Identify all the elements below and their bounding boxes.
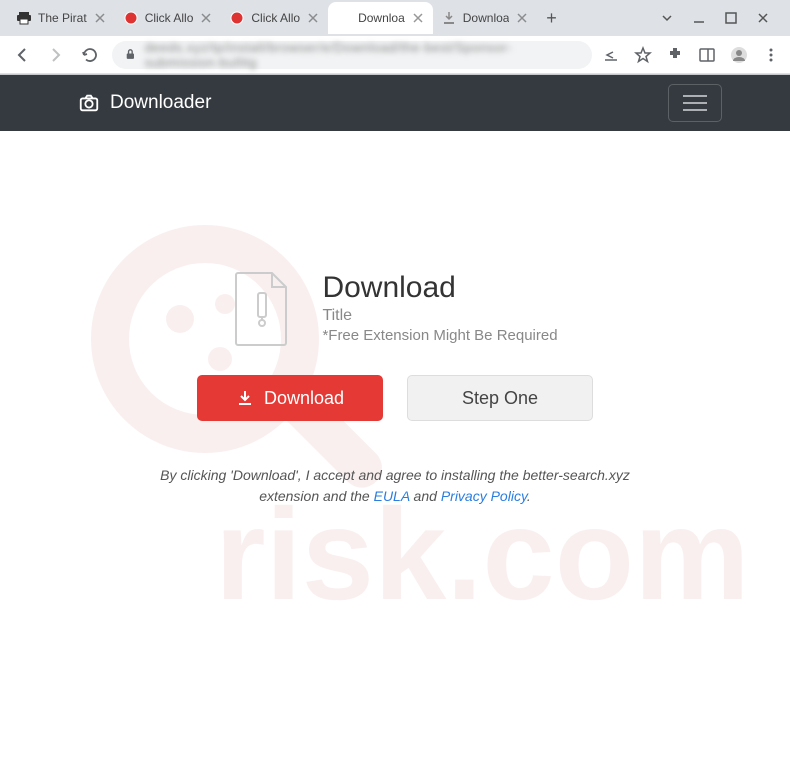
- forward-button[interactable]: [44, 43, 68, 67]
- download-button-label: Download: [264, 388, 344, 409]
- tab-bar: The Pirat Click Allo Click Allo Downloa …: [0, 0, 790, 36]
- tab-download-active[interactable]: Downloa: [328, 2, 433, 34]
- address-bar[interactable]: deeds.xyz/tp/install/browser/e/Download/…: [112, 41, 592, 69]
- back-button[interactable]: [10, 43, 34, 67]
- share-icon[interactable]: [602, 46, 620, 64]
- privacy-link[interactable]: Privacy Policy: [441, 488, 527, 504]
- brand-label: Downloader: [110, 92, 211, 114]
- new-tab-button[interactable]: +: [537, 4, 565, 32]
- close-icon[interactable]: [93, 11, 107, 25]
- browser-chrome: The Pirat Click Allo Click Allo Downloa …: [0, 0, 790, 75]
- tab-label: Click Allo: [251, 11, 300, 25]
- window-close-icon[interactable]: [756, 11, 770, 25]
- brand[interactable]: Downloader: [78, 92, 211, 114]
- download-icon: [236, 389, 254, 407]
- blank-icon: [336, 10, 352, 26]
- tab-click-allow-2[interactable]: Click Allo: [221, 2, 328, 34]
- disclaimer-and: and: [410, 488, 441, 504]
- toolbar-icons: [602, 46, 780, 64]
- download-icon: [441, 10, 457, 26]
- step-one-label: Step One: [462, 388, 538, 409]
- tab-download-2[interactable]: Downloa: [433, 2, 538, 34]
- page-title: Download: [322, 271, 557, 305]
- subtitle: Title: [322, 307, 557, 325]
- extension-note: *Free Extension Might Be Required: [322, 327, 557, 344]
- printer-icon: [16, 10, 32, 26]
- file-zip-icon: [232, 271, 292, 347]
- sidepanel-icon[interactable]: [698, 46, 716, 64]
- site-navbar: Downloader: [0, 75, 790, 131]
- main-content: Download Title *Free Extension Might Be …: [0, 131, 790, 507]
- tab-label: The Pirat: [38, 11, 87, 25]
- tab-label: Downloa: [463, 11, 510, 25]
- disclaimer-period: .: [527, 488, 531, 504]
- page-viewport: Downloader risk.com: [0, 75, 790, 783]
- extensions-icon[interactable]: [666, 46, 684, 64]
- minimize-icon[interactable]: [692, 11, 706, 25]
- step-one-button[interactable]: Step One: [407, 375, 593, 421]
- reload-button[interactable]: [78, 43, 102, 67]
- browser-toolbar: deeds.xyz/tp/install/browser/e/Download/…: [0, 36, 790, 74]
- red-dot-icon: [123, 10, 139, 26]
- red-dot-icon: [229, 10, 245, 26]
- profile-icon[interactable]: [730, 46, 748, 64]
- disclaimer: By clicking 'Download', I accept and agr…: [155, 465, 635, 507]
- window-controls: [660, 11, 782, 25]
- eula-link[interactable]: EULA: [374, 488, 410, 504]
- url-text: deeds.xyz/tp/install/browser/e/Download/…: [145, 40, 580, 70]
- button-row: Download Step One: [197, 375, 593, 421]
- close-icon[interactable]: [411, 11, 425, 25]
- hamburger-icon: [683, 102, 707, 104]
- tab-pirate[interactable]: The Pirat: [8, 2, 115, 34]
- star-icon[interactable]: [634, 46, 652, 64]
- maximize-icon[interactable]: [724, 11, 738, 25]
- hamburger-button[interactable]: [668, 84, 722, 122]
- tab-click-allow-1[interactable]: Click Allo: [115, 2, 222, 34]
- chevron-down-icon[interactable]: [660, 11, 674, 25]
- lock-icon: [124, 48, 137, 62]
- close-icon[interactable]: [515, 11, 529, 25]
- camera-icon: [78, 92, 100, 114]
- hero: Download Title *Free Extension Might Be …: [232, 271, 557, 347]
- tab-label: Downloa: [358, 11, 405, 25]
- menu-icon[interactable]: [762, 46, 780, 64]
- close-icon[interactable]: [199, 11, 213, 25]
- download-button[interactable]: Download: [197, 375, 383, 421]
- close-icon[interactable]: [306, 11, 320, 25]
- hero-text: Download Title *Free Extension Might Be …: [322, 271, 557, 344]
- tab-label: Click Allo: [145, 11, 194, 25]
